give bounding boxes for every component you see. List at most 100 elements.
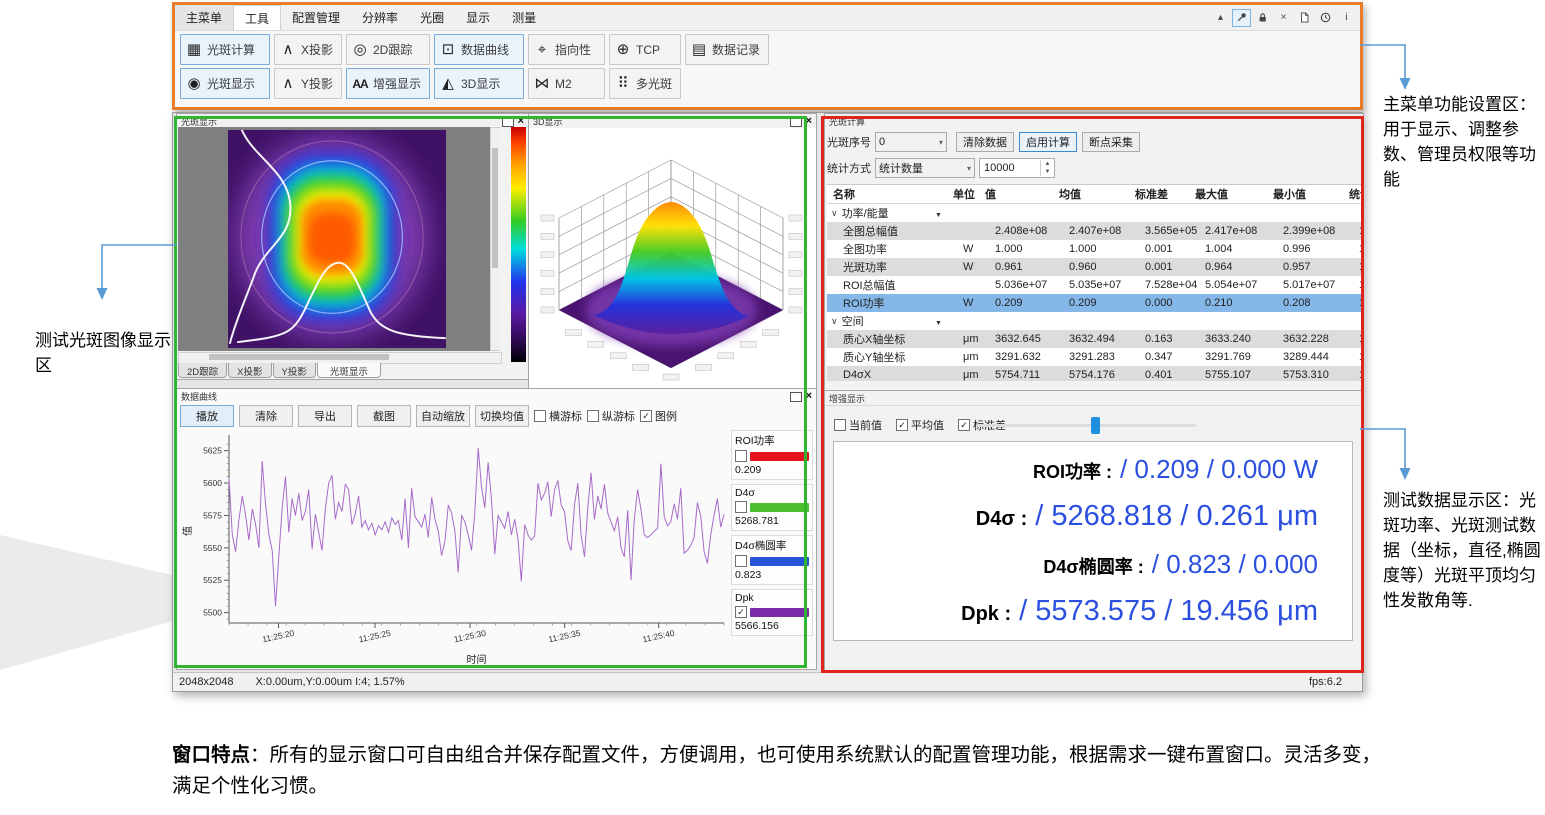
track-2d-button[interactable]: ◎2D跟踪 [346,34,430,65]
cell-std: 0.001 [1145,243,1205,255]
curve-button-5[interactable]: 切换均值 [475,405,529,427]
tool-button-grid: ▦光斑计算∧X投影◎2D跟踪⊡数据曲线⌖指向性⊕TCP▤数据记录 ◉光斑显示∧Y投… [180,34,769,99]
readout-label-0: ROI功率 : [1033,458,1112,484]
table-row[interactable]: ROI总幅值5.036e+075.035e+077.528e+045.054e+… [827,276,1361,294]
checkbox-unchecked-icon[interactable] [735,501,747,513]
table-row[interactable]: D4σXμm5754.7115754.1760.4015755.1075753.… [827,366,1361,381]
pin-icon[interactable] [1232,9,1251,27]
tcp-button[interactable]: ⊕TCP [609,34,681,65]
readout-label-1: D4σ : [976,508,1027,531]
checkbox-unchecked-icon[interactable] [735,450,747,462]
projection-y-button[interactable]: ∧Y投影 [274,68,342,99]
curve-button-2[interactable]: 导出 [298,405,352,427]
current-value-checkbox[interactable]: 当前值 [834,417,882,433]
table-row[interactable]: 全图功率W1.0001.0000.0011.0040.996151 [827,240,1361,258]
table-row[interactable]: 质心Y轴坐标μm3291.6323291.2830.3473291.769328… [827,348,1361,366]
calc-button-1[interactable]: 启用计算 [1019,132,1077,152]
table-row[interactable]: 质心X轴坐标μm3632.6453632.4940.1633633.240363… [827,330,1361,348]
enhanced-display-button[interactable]: AA增强显示 [346,68,430,99]
v-cursor-checkbox[interactable]: 纵游标 [587,408,635,424]
float-icon[interactable] [790,117,802,127]
stat-mode-combo[interactable]: 统计数量 ▾ [875,158,975,178]
menu-item-2[interactable]: 配置管理 [281,5,351,30]
cell-val: 5754.711 [995,369,1069,381]
projection-x-button[interactable]: ∧X投影 [274,34,342,65]
menu-item-0[interactable]: 主菜单 [175,5,233,30]
legend-roi-power: ROI功率0.209 [731,430,813,480]
filter-caret-icon[interactable]: ▼ [935,320,942,327]
data-record-button[interactable]: ▤数据记录 [685,34,769,65]
legend-checkbox[interactable]: ✓图例 [640,408,677,424]
spot-index-combo[interactable]: 0 ▾ [875,132,947,152]
tab-0[interactable]: 2D跟踪 [178,363,227,378]
enhanced-display-label: 增强显示 [373,75,421,92]
menu-item-3[interactable]: 分辨率 [351,5,409,30]
cell-max: 3633.240 [1205,333,1283,345]
enhanced-slider[interactable] [976,424,1196,427]
table-row[interactable]: ROI功率W0.2090.2090.0000.2100.208151 [827,294,1361,312]
annotation-left: 测试光斑图像显示区 [35,328,175,378]
vertical-scrollbar[interactable] [490,127,500,351]
cell-unit: μm [963,333,995,345]
table-group-row-1[interactable]: ∨空间▼ [827,312,1361,330]
collapse-icon[interactable]: ▴ [1211,9,1230,27]
spinner-arrows-icon[interactable]: ▲▼ [1040,160,1054,176]
tab-1[interactable]: X投影 [228,363,271,378]
filter-caret-icon[interactable]: ▼ [935,212,942,219]
cell-unit: μm [963,351,995,363]
cell-max: 5.054e+07 [1205,279,1283,291]
close-icon[interactable]: × [806,117,812,126]
display-3d-button[interactable]: ◭3D显示 [434,68,524,99]
multi-spot-button[interactable]: ⠿多光斑 [609,68,681,99]
curve-button-0[interactable]: 播放 [180,405,234,427]
checkbox-checked-icon[interactable]: ✓ [735,606,747,618]
cut-icon[interactable]: × [1274,9,1293,27]
checkbox-unchecked-icon[interactable] [735,555,747,567]
curve-button-1[interactable]: 清除 [239,405,293,427]
display-3d-label: 3D显示 [461,75,500,92]
spot-calc-label: 光斑计算 [207,41,255,58]
stat-count-spinner[interactable]: 10000 ▲▼ [979,158,1055,178]
h-cursor-checkbox-label: 横游标 [549,408,582,424]
annotation-arrow-left [93,238,179,306]
chevron-down-icon: ▾ [967,164,971,173]
mean-value-checkbox[interactable]: ✓平均值 [896,417,944,433]
float-icon[interactable] [790,392,802,402]
close-icon[interactable]: × [806,392,812,401]
spot-display-button[interactable]: ◉光斑显示 [180,68,270,99]
spot-calc-button[interactable]: ▦光斑计算 [180,34,270,65]
float-icon[interactable] [502,117,514,127]
calc-button-0[interactable]: 清除数据 [956,132,1014,152]
readout-line-2: D4σ椭圆率 :/ 0.823 / 0.000 [834,549,1352,580]
pointing-button[interactable]: ⌖指向性 [528,34,605,65]
tab-3[interactable]: 光斑显示 [317,363,381,378]
stat-mode-label: 统计方式 [827,160,871,176]
menu-item-5[interactable]: 显示 [455,5,501,30]
legend-roi-power-value: 0.209 [735,464,809,476]
menu-item-1[interactable]: 工具 [233,5,281,30]
cell-name: ROI功率 [827,295,963,311]
table-row[interactable]: 全图总幅值2.408e+082.407e+083.565e+052.417e+0… [827,222,1361,240]
cell-std: 0.163 [1145,333,1205,345]
tab-2[interactable]: Y投影 [273,363,316,378]
m2-button[interactable]: ⋈M2 [528,68,605,99]
curve-button-4[interactable]: 自动缩放 [416,405,470,427]
close-icon[interactable]: × [518,117,524,126]
legend-d4sigma-row [735,501,809,513]
h-cursor-checkbox[interactable]: 横游标 [534,408,582,424]
cell-unit: W [963,297,995,309]
table-row[interactable]: 光斑功率W0.9610.9600.0010.9640.957151 [827,258,1361,276]
data-curve-button[interactable]: ⊡数据曲线 [434,34,524,65]
menu-item-4[interactable]: 光圈 [409,5,455,30]
curve-button-3[interactable]: 截图 [357,405,411,427]
calc-button-2[interactable]: 断点采集 [1082,132,1140,152]
history-icon[interactable] [1316,9,1335,27]
menu-item-6[interactable]: 测量 [501,5,547,30]
info-icon[interactable]: i [1337,9,1356,27]
table-group-row-0[interactable]: ∨功率/能量▼ [827,204,1361,222]
svg-text:11:25:20: 11:25:20 [261,628,295,645]
slider-handle[interactable] [1091,417,1100,434]
spot-calc-panel: 光斑计算 光斑序号 0 ▾ 清除数据启用计算断点采集 统计方式 统计数量 ▾ 1… [824,113,1364,391]
file-icon[interactable] [1295,9,1314,27]
lock-icon[interactable] [1253,9,1272,27]
